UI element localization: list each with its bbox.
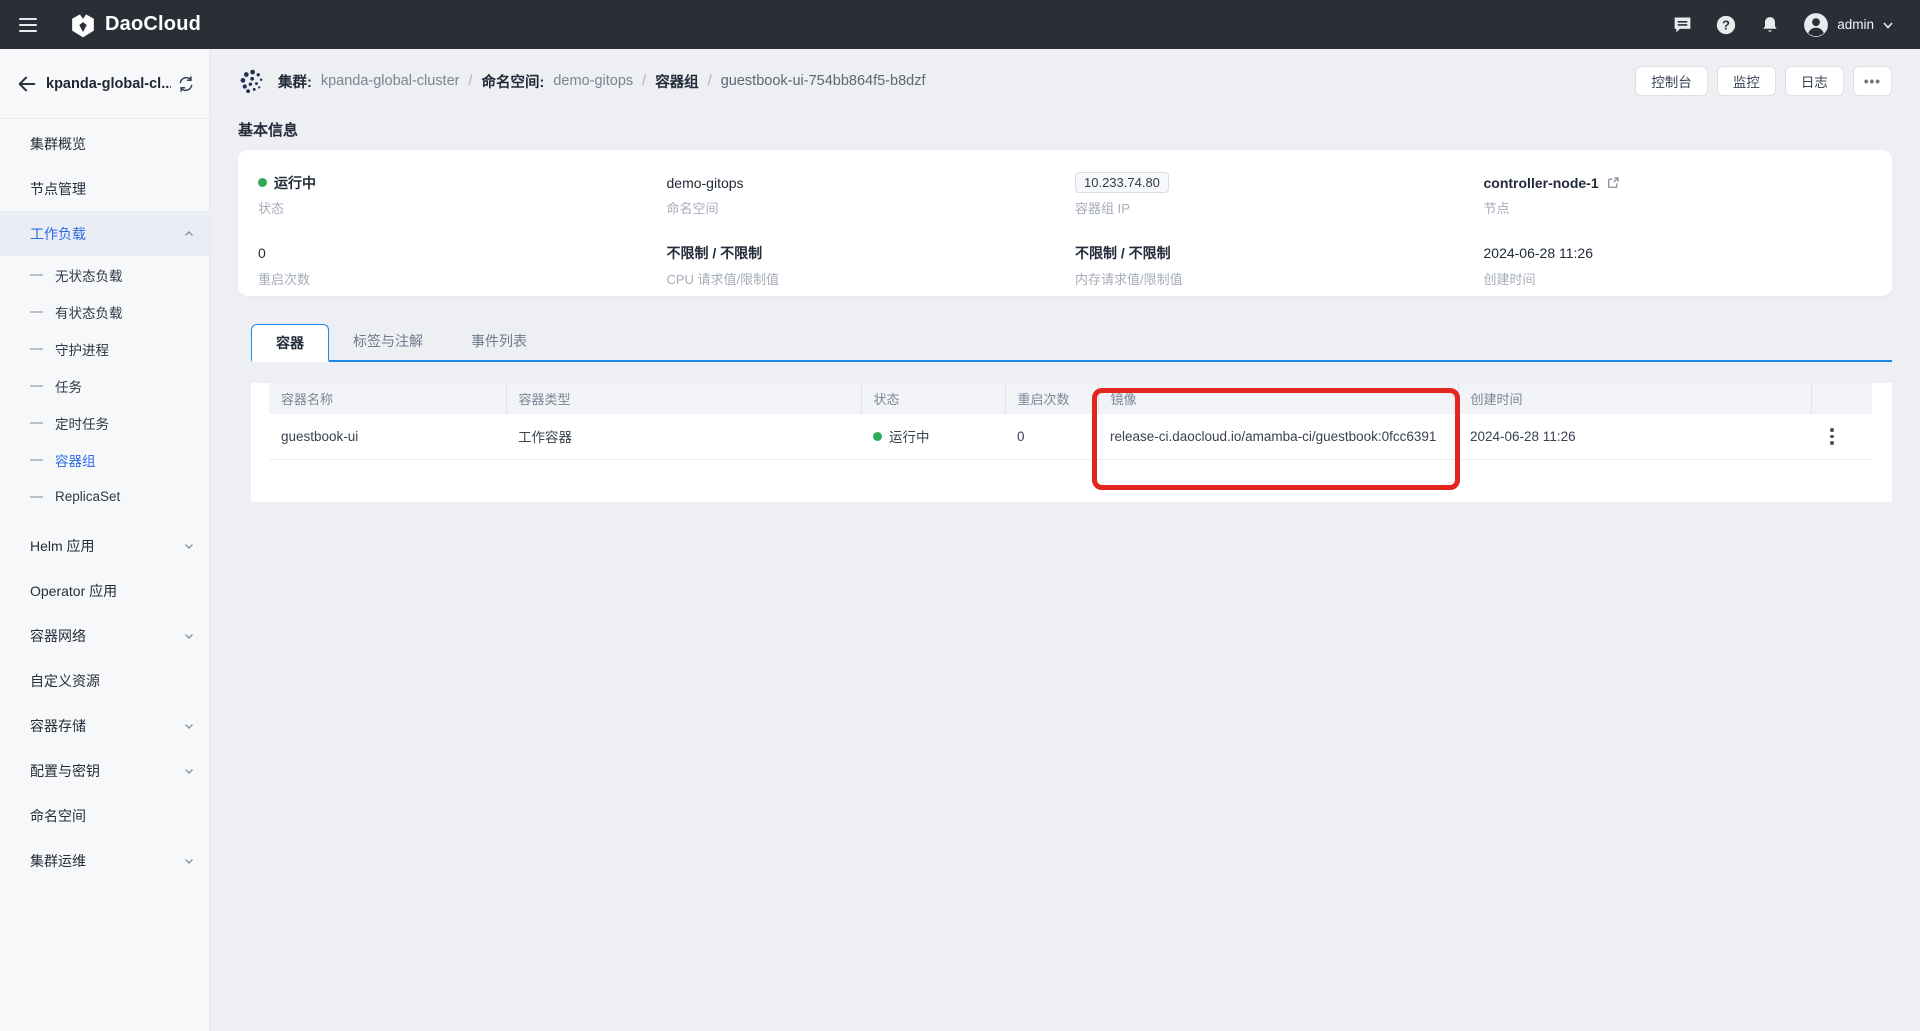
breadcrumb-cluster-label: 集群:	[278, 71, 312, 92]
col-status: 状态	[861, 383, 1005, 414]
message-icon[interactable]	[1671, 14, 1693, 36]
col-created: 创建时间	[1458, 383, 1811, 414]
row-actions-cell	[1811, 414, 1872, 459]
sidebar-item-node-management[interactable]: 节点管理	[0, 166, 209, 211]
container-created-cell: 2024-06-28 11:26	[1458, 414, 1811, 459]
tab-labels-annotations[interactable]: 标签与注解	[329, 322, 447, 360]
sidebar-item-container-network[interactable]: 容器网络	[0, 613, 209, 658]
containers-table: 容器名称 容器类型 状态 重启次数 镜像 创建时间 guestbook-ui 工…	[269, 383, 1872, 460]
sidebar-cluster-name[interactable]: kpanda-global-cl...	[46, 76, 171, 92]
chevron-up-icon	[183, 228, 195, 240]
field-pod-ip: 10.233.74.80 容器组 IP	[1075, 172, 1484, 226]
breadcrumb-pods-link[interactable]: 容器组	[655, 71, 699, 92]
dash-icon	[30, 422, 43, 424]
sidebar-item-cluster-ops[interactable]: 集群运维	[0, 838, 209, 883]
sidebar-item-deployments[interactable]: 无状态负载	[0, 256, 209, 293]
kebab-menu-icon[interactable]	[1823, 428, 1841, 445]
container-status-cell: 运行中	[861, 414, 1005, 459]
status-dot	[258, 178, 267, 187]
sidebar-item-custom-resources[interactable]: 自定义资源	[0, 658, 209, 703]
field-node: controller-node-1 节点	[1484, 172, 1893, 226]
chevron-down-icon	[183, 855, 195, 867]
tab-events[interactable]: 事件列表	[447, 322, 551, 360]
basic-info-title: 基本信息	[238, 119, 1892, 140]
field-cpu: 不限制 / 不限制 CPU 请求值/限制值	[667, 243, 1076, 297]
more-actions-button[interactable]: •••	[1853, 66, 1892, 96]
sidebar-item-cronjobs[interactable]: 定时任务	[0, 404, 209, 441]
field-status: 运行中 状态	[258, 172, 667, 226]
logs-button[interactable]: 日志	[1785, 66, 1844, 96]
container-image-cell: release-ci.daocloud.io/amamba-ci/guestbo…	[1098, 414, 1458, 459]
daocloud-logo-icon	[70, 12, 96, 38]
external-link-icon[interactable]	[1606, 176, 1620, 190]
avatar	[1803, 12, 1829, 38]
col-actions	[1811, 383, 1872, 414]
chevron-down-icon	[183, 540, 195, 552]
main-content: 集群: kpanda-global-cluster / 命名空间: demo-g…	[210, 49, 1920, 1031]
hamburger-menu-icon[interactable]	[4, 0, 52, 49]
back-arrow-icon[interactable]	[16, 73, 38, 95]
container-restarts-cell: 0	[1005, 414, 1098, 459]
field-namespace: demo-gitops 命名空间	[667, 172, 1076, 226]
refresh-icon[interactable]	[177, 75, 195, 93]
containers-panel: 容器名称 容器类型 状态 重启次数 镜像 创建时间 guestbook-ui 工…	[251, 383, 1892, 502]
dash-icon	[30, 385, 43, 387]
sidebar-item-cluster-overview[interactable]: 集群概览	[0, 121, 209, 166]
basic-info-card: 运行中 状态 demo-gitops 命名空间 10.233.74.80 容器组…	[238, 150, 1892, 296]
top-navbar: DaoCloud ?	[0, 0, 1920, 49]
sidebar-item-workloads[interactable]: 工作负载	[0, 211, 209, 256]
dash-icon	[30, 311, 43, 313]
chevron-down-icon	[1882, 19, 1894, 31]
dash-icon	[30, 348, 43, 350]
svg-text:?: ?	[1722, 17, 1730, 32]
status-dot	[873, 432, 882, 441]
sidebar-item-operator-apps[interactable]: Operator 应用	[0, 568, 209, 613]
col-image: 镜像	[1098, 383, 1458, 414]
monitor-button[interactable]: 监控	[1717, 66, 1776, 96]
container-type-cell: 工作容器	[506, 414, 861, 459]
table-row: guestbook-ui 工作容器 运行中 0 release-ci.daocl…	[269, 414, 1872, 459]
dash-icon	[30, 496, 43, 498]
sidebar-item-daemonsets[interactable]: 守护进程	[0, 330, 209, 367]
dash-icon	[30, 459, 43, 461]
chevron-down-icon	[183, 765, 195, 777]
tab-containers[interactable]: 容器	[251, 324, 329, 362]
dash-icon	[30, 274, 43, 276]
col-container-name: 容器名称	[269, 383, 506, 414]
sidebar-item-jobs[interactable]: 任务	[0, 367, 209, 404]
ip-badge: 10.233.74.80	[1075, 172, 1169, 193]
field-memory: 不限制 / 不限制 内存请求值/限制值	[1075, 243, 1484, 297]
sidebar-item-pods[interactable]: 容器组	[0, 441, 209, 478]
breadcrumb-namespace-value[interactable]: demo-gitops	[553, 73, 633, 89]
sidebar-item-container-storage[interactable]: 容器存储	[0, 703, 209, 748]
sidebar-item-replicaset[interactable]: ReplicaSet	[0, 478, 209, 515]
breadcrumb: 集群: kpanda-global-cluster / 命名空间: demo-g…	[238, 68, 925, 95]
sidebar: kpanda-global-cl... 集群概览 节点管理 工作负载 无状态负载…	[0, 49, 210, 1031]
chevron-down-icon	[183, 720, 195, 732]
chevron-down-icon	[183, 630, 195, 642]
username: admin	[1837, 17, 1874, 32]
help-icon[interactable]: ?	[1715, 14, 1737, 36]
field-restarts: 0 重启次数	[258, 243, 667, 297]
sidebar-item-config-secrets[interactable]: 配置与密钥	[0, 748, 209, 793]
detail-tabs: 容器 标签与注解 事件列表	[251, 322, 1892, 362]
brand-name: DaoCloud	[105, 13, 201, 36]
sidebar-item-statefulsets[interactable]: 有状态负载	[0, 293, 209, 330]
user-menu[interactable]: admin	[1803, 12, 1894, 38]
console-button[interactable]: 控制台	[1635, 66, 1708, 96]
notification-bell-icon[interactable]	[1759, 14, 1781, 36]
cluster-dots-icon	[238, 68, 265, 95]
col-container-type: 容器类型	[506, 383, 861, 414]
col-restarts: 重启次数	[1005, 383, 1098, 414]
breadcrumb-pod-name: guestbook-ui-754bb864f5-b8dzf	[721, 73, 926, 89]
brand[interactable]: DaoCloud	[70, 12, 201, 38]
breadcrumb-namespace-label: 命名空间:	[482, 71, 545, 92]
sidebar-menu: 集群概览 节点管理 工作负载 无状态负载 有状态负载 守护进程 任务 定时任务 …	[0, 119, 209, 883]
container-name-cell: guestbook-ui	[269, 414, 506, 459]
sidebar-item-namespaces[interactable]: 命名空间	[0, 793, 209, 838]
sidebar-item-helm-apps[interactable]: Helm 应用	[0, 523, 209, 568]
breadcrumb-cluster-value[interactable]: kpanda-global-cluster	[321, 73, 460, 89]
field-created: 2024-06-28 11:26 创建时间	[1484, 243, 1893, 297]
